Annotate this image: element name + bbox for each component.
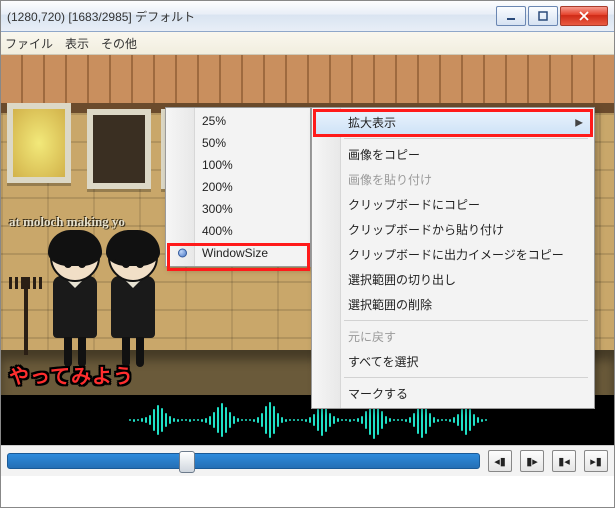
decor-character: [45, 232, 105, 367]
zoom-option[interactable]: 400%: [168, 220, 308, 242]
menu-item-zoom[interactable]: 拡大表示▶: [314, 110, 592, 135]
zoom-option[interactable]: 300%: [168, 198, 308, 220]
menu-file[interactable]: ファイル: [5, 35, 53, 52]
minimize-button[interactable]: [496, 6, 526, 26]
menu-item-clip-output[interactable]: クリップボードに出力イメージをコピー: [314, 242, 592, 267]
decor-window: [7, 103, 71, 183]
menu-item-select-all[interactable]: すべてを選択: [314, 349, 592, 374]
close-button[interactable]: [560, 6, 608, 26]
subtitle-bottom: やってみよう: [9, 360, 134, 389]
decor-rake: [9, 277, 43, 355]
menu-view[interactable]: 表示: [65, 35, 89, 52]
menu-item-clip-copy[interactable]: クリップボードにコピー: [314, 192, 592, 217]
zoom-option[interactable]: 50%: [168, 132, 308, 154]
menu-item-paste-image: 画像を貼り付け: [314, 167, 592, 192]
menu-item-undo: 元に戻す: [314, 324, 592, 349]
context-menu: 拡大表示▶ 画像をコピー 画像を貼り付け クリップボードにコピー クリップボード…: [311, 107, 595, 409]
transport-bar: ◂▮ ▮▸ ▮◂ ▸▮: [1, 445, 614, 476]
decor-window: [87, 109, 151, 189]
zoom-option[interactable]: 200%: [168, 176, 308, 198]
go-end-button[interactable]: ▸▮: [584, 450, 608, 472]
decor-character: [103, 232, 163, 367]
zoom-option[interactable]: 25%: [168, 110, 308, 132]
maximize-button[interactable]: [528, 6, 558, 26]
subtitle-top: at moloch making yo: [9, 215, 125, 228]
menu-item-copy-image[interactable]: 画像をコピー: [314, 142, 592, 167]
window-titlebar: (1280,720) [1683/2985] デフォルト: [1, 1, 614, 32]
menu-item-delete-selection[interactable]: 選択範囲の削除: [314, 292, 592, 317]
menu-item-mark[interactable]: マークする: [314, 381, 592, 406]
zoom-submenu: 25%50%100%200%300%400%WindowSize: [165, 107, 311, 267]
menu-bar: ファイル 表示 その他: [1, 32, 614, 55]
scrub-slider[interactable]: [7, 453, 480, 469]
menu-item-clip-paste[interactable]: クリップボードから貼り付け: [314, 217, 592, 242]
menu-item-cut-selection[interactable]: 選択範囲の切り出し: [314, 267, 592, 292]
zoom-option[interactable]: WindowSize: [168, 242, 308, 264]
step-back-button[interactable]: ◂▮: [488, 450, 512, 472]
step-fwd-button[interactable]: ▮▸: [520, 450, 544, 472]
chevron-right-icon: ▶: [575, 117, 583, 128]
menu-other[interactable]: その他: [101, 35, 137, 52]
zoom-option[interactable]: 100%: [168, 154, 308, 176]
window-title: (1280,720) [1683/2985] デフォルト: [7, 8, 496, 25]
go-start-button[interactable]: ▮◂: [552, 450, 576, 472]
